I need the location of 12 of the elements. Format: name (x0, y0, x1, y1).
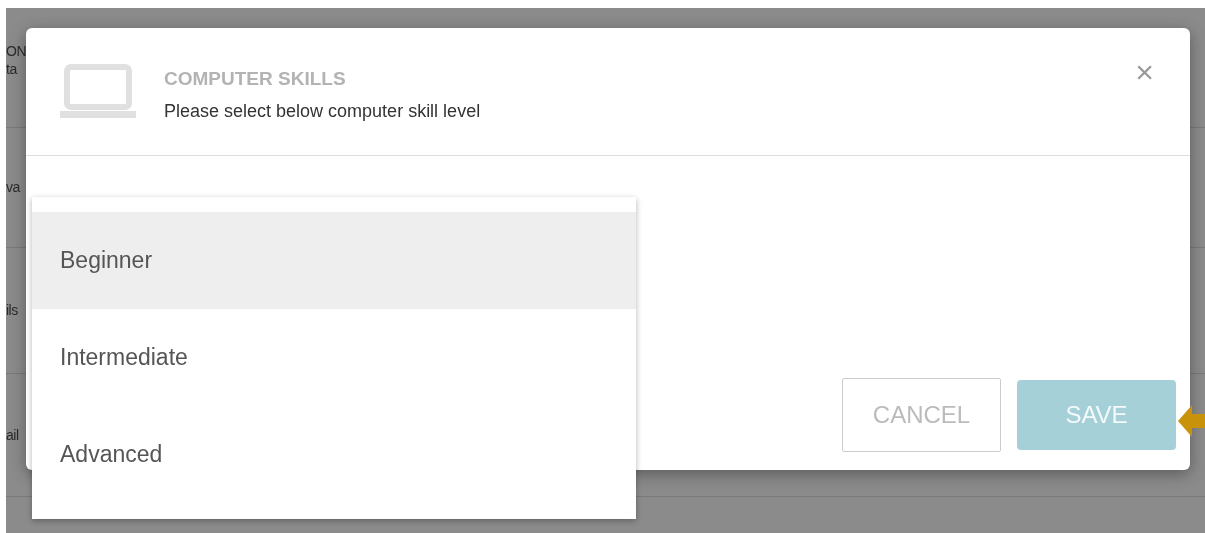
arrow-icon (1178, 405, 1205, 437)
dropdown-option[interactable]: Intermediate (32, 309, 636, 406)
dropdown-option[interactable]: Beginner (32, 212, 636, 309)
background-text: ail (6, 425, 20, 445)
background-text: ta (6, 60, 19, 79)
dropdown-option[interactable]: Advanced (32, 406, 636, 503)
dialog-subtitle: Please select below computer skill level (164, 102, 481, 120)
dialog-title: COMPUTER SKILLS (164, 69, 347, 88)
background-text: ON (6, 42, 24, 61)
background-text: ils (6, 301, 19, 320)
laptop-icon (60, 64, 136, 118)
background-text: va (6, 178, 22, 197)
